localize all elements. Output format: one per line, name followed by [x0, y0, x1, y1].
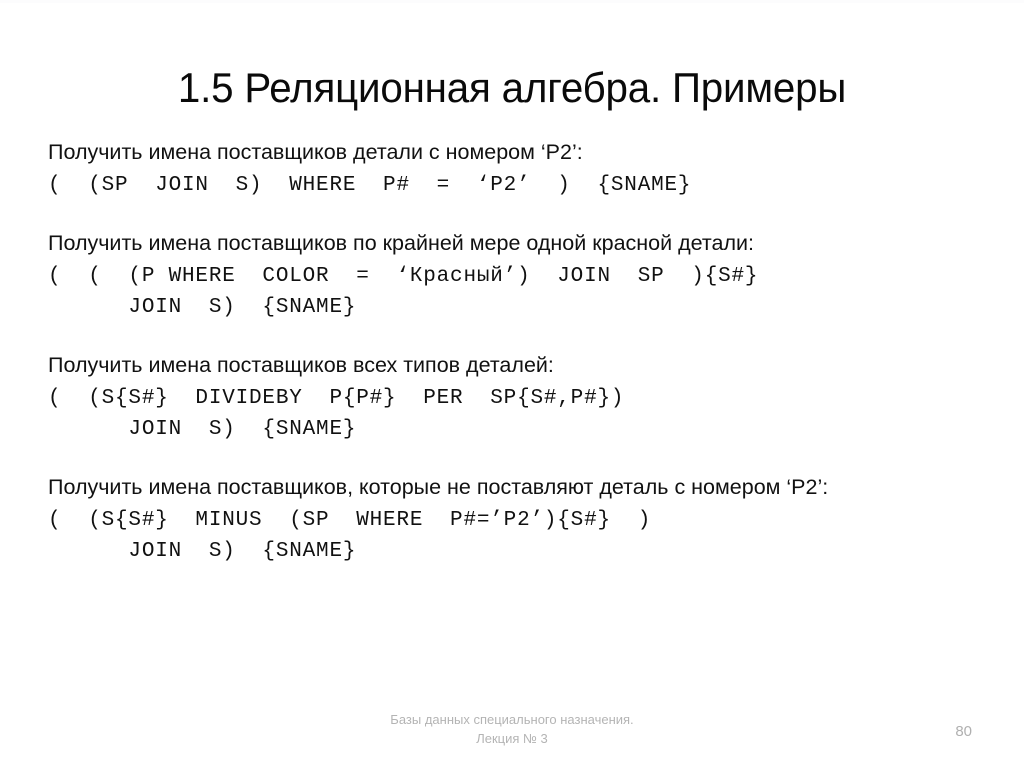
example-code: ( ( (P WHERE COLOR = ‘Красный’) JOIN SP …: [48, 261, 988, 323]
example-prose: Получить имена поставщиков по крайней ме…: [48, 231, 755, 255]
footer-lecture-number: Лекция № 3: [476, 731, 548, 746]
code-line: JOIN S) {SNAME}: [48, 540, 357, 563]
example-code: ( (S{S#} DIVIDEBY P{P#} PER SP{S#,P#}) J…: [48, 383, 988, 445]
example-block-2: Получить имена поставщиков по крайней ме…: [48, 229, 988, 323]
code-line: ( (S{S#} DIVIDEBY P{P#} PER SP{S#,P#}): [48, 387, 625, 410]
footer-course-name: Базы данных специального назначения.: [390, 712, 634, 727]
example-prose: Получить имена поставщиков, которые не п…: [48, 475, 829, 499]
code-line: ( (SP JOIN S) WHERE P# = ‘P2’ ) {SNAME}: [48, 174, 692, 197]
example-prose: Получить имена поставщиков всех типов де…: [48, 353, 554, 377]
example-prose: Получить имена поставщиков детали с номе…: [48, 140, 583, 164]
slide-top-edge: [0, 0, 1024, 3]
page-number: 80: [955, 723, 972, 740]
example-code: ( (S{S#} MINUS (SP WHERE P#=’P2’){S#} ) …: [48, 505, 988, 567]
code-line: ( (S{S#} MINUS (SP WHERE P#=’P2’){S#} ): [48, 509, 652, 532]
code-line: JOIN S) {SNAME}: [48, 418, 357, 441]
code-line: JOIN S) {SNAME}: [48, 296, 357, 319]
page-title: 1.5 Реляционная алгебра. Примеры: [177, 64, 847, 112]
code-line: ( ( (P WHERE COLOR = ‘Красный’) JOIN SP …: [48, 265, 759, 288]
example-block-3: Получить имена поставщиков всех типов де…: [48, 351, 988, 445]
example-block-4: Получить имена поставщиков, которые не п…: [48, 473, 988, 567]
slide-footer: Базы данных специального назначения. Лек…: [0, 710, 1024, 748]
slide-body: Получить имена поставщиков детали с номе…: [48, 138, 988, 567]
example-code: ( (SP JOIN S) WHERE P# = ‘P2’ ) {SNAME}: [48, 170, 988, 201]
slide: 1.5 Реляционная алгебра. Примеры Получит…: [0, 0, 1024, 767]
example-block-1: Получить имена поставщиков детали с номе…: [48, 138, 988, 201]
